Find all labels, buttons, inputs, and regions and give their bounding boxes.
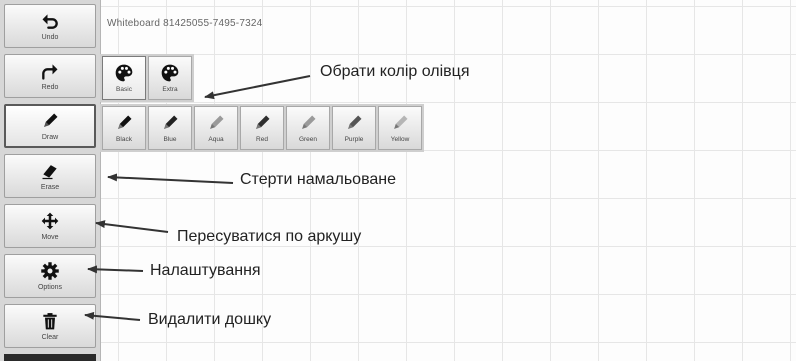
color-label: Blue <box>163 136 177 143</box>
pencil-icon <box>256 115 270 129</box>
move-button[interactable]: Move <box>4 204 96 248</box>
tool-sidebar: Undo Redo Draw Erase Move Options Clear <box>0 0 101 361</box>
eraser-icon <box>42 165 57 180</box>
pencil-icon <box>164 115 178 129</box>
palette-icon <box>115 64 133 82</box>
pencil-icon <box>210 115 224 129</box>
undo-label: Undo <box>41 34 59 41</box>
color-swatch-yellow[interactable]: Yellow <box>378 106 422 150</box>
clear-label: Clear <box>41 334 59 341</box>
color-label: Green <box>298 136 318 143</box>
pencil-icon <box>118 115 132 129</box>
pencil-icon <box>394 115 408 129</box>
callout-erase: Стерти намальоване <box>240 171 397 188</box>
color-swatch-black[interactable]: Black <box>102 106 146 150</box>
gear-icon <box>41 262 59 280</box>
color-swatch-aqua[interactable]: Aqua <box>194 106 238 150</box>
draw-label: Draw <box>41 134 59 141</box>
redo-icon <box>42 64 58 80</box>
palette-basic-button[interactable]: Basic <box>102 56 146 100</box>
color-label: Purple <box>344 136 364 143</box>
palette-label: Basic <box>116 86 132 93</box>
erase-button[interactable]: Erase <box>4 154 96 198</box>
options-button[interactable]: Options <box>4 254 96 298</box>
callout-pick-color: Обрати колір олівця <box>320 63 470 80</box>
draw-button[interactable]: Draw <box>4 104 96 148</box>
palette-icon <box>161 64 179 82</box>
redo-button[interactable]: Redo <box>4 54 96 98</box>
pencil-icon <box>302 115 316 129</box>
color-row: Black Blue Aqua Red Green Purple Yellow <box>100 104 424 152</box>
callout-clear: Видалити дошку <box>148 311 272 328</box>
color-swatch-blue[interactable]: Blue <box>148 106 192 150</box>
erase-label: Erase <box>40 184 60 191</box>
options-label: Options <box>37 284 63 291</box>
callout-settings: Налаштування <box>150 262 261 279</box>
move-arrows-icon <box>41 212 59 230</box>
trash-icon <box>43 313 57 330</box>
color-label: Black <box>116 136 132 143</box>
color-label: Red <box>256 136 268 143</box>
move-label: Move <box>41 234 59 241</box>
board-title: Whiteboard 81425055-7495-7324 <box>107 18 263 29</box>
undo-icon <box>42 14 58 29</box>
redo-label: Redo <box>41 84 59 91</box>
color-swatch-green[interactable]: Green <box>286 106 330 150</box>
callout-move: Пересуватися по аркушу <box>177 228 362 245</box>
color-label: Yellow <box>390 136 410 143</box>
clear-button[interactable]: Clear <box>4 304 96 348</box>
color-swatch-red[interactable]: Red <box>240 106 284 150</box>
color-swatch-purple[interactable]: Purple <box>332 106 376 150</box>
palette-label: Extra <box>162 86 178 93</box>
pencil-icon <box>348 115 362 129</box>
color-label: Aqua <box>208 136 224 143</box>
undo-button[interactable]: Undo <box>4 4 96 48</box>
palette-selector: Basic Extra <box>100 54 194 102</box>
bottom-strip <box>4 354 96 361</box>
palette-extra-button[interactable]: Extra <box>148 56 192 100</box>
pencil-icon <box>44 113 58 127</box>
